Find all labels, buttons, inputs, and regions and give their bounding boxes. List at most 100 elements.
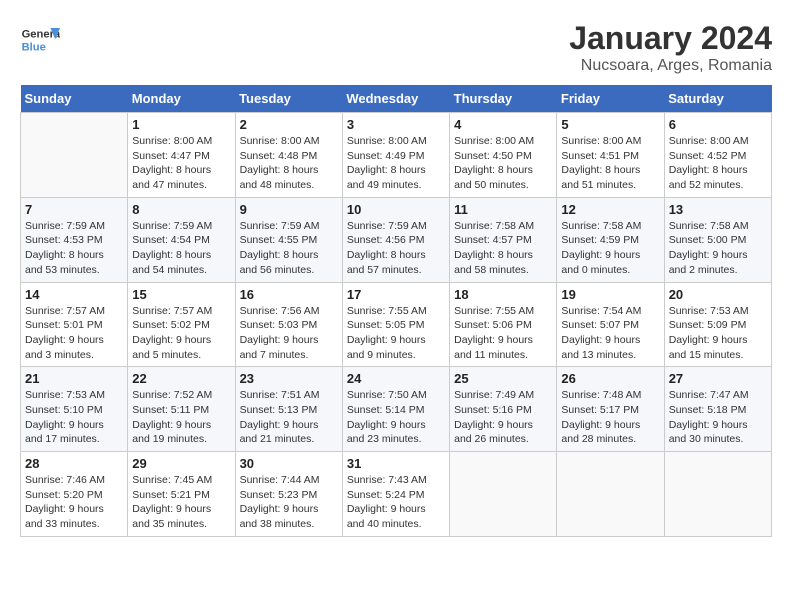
- calendar-cell: 17Sunrise: 7:55 AMSunset: 5:05 PMDayligh…: [342, 282, 449, 367]
- weekday-wednesday: Wednesday: [342, 85, 449, 113]
- calendar-cell: 6Sunrise: 8:00 AMSunset: 4:52 PMDaylight…: [664, 113, 771, 198]
- day-number: 27: [669, 371, 767, 386]
- day-number: 22: [132, 371, 230, 386]
- calendar-cell: [21, 113, 128, 198]
- calendar-cell: 3 Sunrise: 8:00 AMSunset: 4:49 PMDaylight…: [342, 113, 449, 198]
- day-info: Sunrise: 7:58 AMSunset: 4:57 PMDaylight:…: [454, 219, 552, 278]
- calendar-cell: 16 Sunrise: 7:56 AMSunset: 5:03 PMDayligh…: [235, 282, 342, 367]
- day-info: Sunrise: 7:46 AMSunset: 5:20 PMDaylight:…: [25, 473, 123, 532]
- calendar-cell: 8 Sunrise: 7:59 AMSunset: 4:54 PMDaylight…: [128, 197, 235, 282]
- calendar-week-3: 14Sunrise: 7:57 AMSunset: 5:01 PMDayligh…: [21, 282, 772, 367]
- day-info: Sunrise: 7:43 AMSunset: 5:24 PMDaylight:…: [347, 473, 445, 532]
- day-info: Sunrise: 7:58 AMSunset: 5:00 PMDaylight:…: [669, 219, 767, 278]
- day-number: 3: [347, 117, 445, 132]
- day-number: 13: [669, 202, 767, 217]
- calendar-cell: 22 Sunrise: 7:52 AMSunset: 5:11 PMDayligh…: [128, 367, 235, 452]
- weekday-monday: Monday: [128, 85, 235, 113]
- day-number: 4: [454, 117, 552, 132]
- weekday-friday: Friday: [557, 85, 664, 113]
- calendar-body: 1Sunrise: 8:00 AMSunset: 4:47 PMDaylight…: [21, 113, 772, 537]
- calendar-cell: 10 Sunrise: 7:59 AMSunset: 4:56 PMDayligh…: [342, 197, 449, 282]
- day-number: 12: [561, 202, 659, 217]
- calendar-cell: 9 Sunrise: 7:59 AMSunset: 4:55 PMDaylight…: [235, 197, 342, 282]
- day-number: 30: [240, 456, 338, 471]
- calendar-cell: [664, 452, 771, 537]
- day-info: Sunrise: 7:54 AMSunset: 5:07 PMDaylight:…: [561, 304, 659, 363]
- day-info: Sunrise: 8:00 AMSunset: 4:51 PMDaylight:…: [561, 134, 659, 193]
- calendar-cell: [557, 452, 664, 537]
- day-info: Sunrise: 7:55 AMSunset: 5:05 PMDaylight:…: [347, 304, 445, 363]
- calendar-cell: 21Sunrise: 7:53 AMSunset: 5:10 PMDayligh…: [21, 367, 128, 452]
- day-info: Sunrise: 7:44 AMSunset: 5:23 PMDaylight:…: [240, 473, 338, 532]
- logo-icon: General Blue: [20, 20, 60, 60]
- calendar-cell: 27Sunrise: 7:47 AMSunset: 5:18 PMDayligh…: [664, 367, 771, 452]
- day-info: Sunrise: 7:48 AMSunset: 5:17 PMDaylight:…: [561, 388, 659, 447]
- page-subtitle: Nucsoara, Arges, Romania: [569, 57, 772, 75]
- calendar-cell: 19 Sunrise: 7:54 AMSunset: 5:07 PMDayligh…: [557, 282, 664, 367]
- day-number: 29: [132, 456, 230, 471]
- calendar-cell: 7Sunrise: 7:59 AMSunset: 4:53 PMDaylight…: [21, 197, 128, 282]
- day-number: 23: [240, 371, 338, 386]
- calendar-cell: 28 Sunrise: 7:46 AMSunset: 5:20 PMDayligh…: [21, 452, 128, 537]
- day-info: Sunrise: 7:59 AMSunset: 4:54 PMDaylight:…: [132, 219, 230, 278]
- day-number: 18: [454, 287, 552, 302]
- day-info: Sunrise: 7:59 AMSunset: 4:55 PMDaylight:…: [240, 219, 338, 278]
- day-info: Sunrise: 7:55 AMSunset: 5:06 PMDaylight:…: [454, 304, 552, 363]
- calendar-cell: 15 Sunrise: 7:57 AMSunset: 5:02 PMDayligh…: [128, 282, 235, 367]
- day-number: 20: [669, 287, 767, 302]
- calendar-cell: 25 Sunrise: 7:49 AMSunset: 5:16 PMDayligh…: [450, 367, 557, 452]
- calendar-week-1: 1Sunrise: 8:00 AMSunset: 4:47 PMDaylight…: [21, 113, 772, 198]
- day-info: Sunrise: 7:57 AMSunset: 5:02 PMDaylight:…: [132, 304, 230, 363]
- calendar-cell: 20 Sunrise: 7:53 AMSunset: 5:09 PMDayligh…: [664, 282, 771, 367]
- day-info: Sunrise: 7:58 AMSunset: 4:59 PMDaylight:…: [561, 219, 659, 278]
- day-info: Sunrise: 8:00 AMSunset: 4:49 PMDaylight:…: [347, 134, 445, 193]
- day-info: Sunrise: 7:57 AMSunset: 5:01 PMDaylight:…: [25, 304, 123, 363]
- day-number: 25: [454, 371, 552, 386]
- calendar-table: SundayMondayTuesdayWednesdayThursdayFrid…: [20, 85, 772, 537]
- title-block: January 2024 Nucsoara, Arges, Romania: [569, 20, 772, 75]
- day-info: Sunrise: 8:00 AMSunset: 4:47 PMDaylight:…: [132, 134, 230, 193]
- day-info: Sunrise: 7:56 AMSunset: 5:03 PMDaylight:…: [240, 304, 338, 363]
- calendar-cell: 23 Sunrise: 7:51 AMSunset: 5:13 PMDayligh…: [235, 367, 342, 452]
- day-info: Sunrise: 8:00 AMSunset: 4:50 PMDaylight:…: [454, 134, 552, 193]
- day-number: 7: [25, 202, 123, 217]
- calendar-cell: 2 Sunrise: 8:00 AMSunset: 4:48 PMDaylight…: [235, 113, 342, 198]
- logo: General Blue: [20, 20, 60, 60]
- calendar-week-2: 7Sunrise: 7:59 AMSunset: 4:53 PMDaylight…: [21, 197, 772, 282]
- day-info: Sunrise: 7:52 AMSunset: 5:11 PMDaylight:…: [132, 388, 230, 447]
- calendar-cell: 29 Sunrise: 7:45 AMSunset: 5:21 PMDayligh…: [128, 452, 235, 537]
- page-title: January 2024: [569, 20, 772, 57]
- day-number: 2: [240, 117, 338, 132]
- calendar-cell: 4 Sunrise: 8:00 AMSunset: 4:50 PMDaylight…: [450, 113, 557, 198]
- day-number: 21: [25, 371, 123, 386]
- calendar-cell: 24Sunrise: 7:50 AMSunset: 5:14 PMDayligh…: [342, 367, 449, 452]
- page-header: General Blue January 2024 Nucsoara, Arge…: [20, 20, 772, 75]
- day-number: 16: [240, 287, 338, 302]
- day-info: Sunrise: 7:49 AMSunset: 5:16 PMDaylight:…: [454, 388, 552, 447]
- day-number: 26: [561, 371, 659, 386]
- weekday-thursday: Thursday: [450, 85, 557, 113]
- calendar-cell: 31Sunrise: 7:43 AMSunset: 5:24 PMDayligh…: [342, 452, 449, 537]
- day-info: Sunrise: 7:45 AMSunset: 5:21 PMDaylight:…: [132, 473, 230, 532]
- day-info: Sunrise: 7:53 AMSunset: 5:09 PMDaylight:…: [669, 304, 767, 363]
- day-number: 28: [25, 456, 123, 471]
- calendar-cell: 26 Sunrise: 7:48 AMSunset: 5:17 PMDayligh…: [557, 367, 664, 452]
- weekday-tuesday: Tuesday: [235, 85, 342, 113]
- day-number: 9: [240, 202, 338, 217]
- calendar-cell: 14Sunrise: 7:57 AMSunset: 5:01 PMDayligh…: [21, 282, 128, 367]
- day-number: 6: [669, 117, 767, 132]
- day-number: 8: [132, 202, 230, 217]
- calendar-cell: 11Sunrise: 7:58 AMSunset: 4:57 PMDayligh…: [450, 197, 557, 282]
- day-number: 24: [347, 371, 445, 386]
- day-number: 19: [561, 287, 659, 302]
- calendar-cell: [450, 452, 557, 537]
- calendar-cell: 13 Sunrise: 7:58 AMSunset: 5:00 PMDayligh…: [664, 197, 771, 282]
- day-number: 15: [132, 287, 230, 302]
- day-info: Sunrise: 7:51 AMSunset: 5:13 PMDaylight:…: [240, 388, 338, 447]
- day-number: 10: [347, 202, 445, 217]
- day-number: 5: [561, 117, 659, 132]
- weekday-saturday: Saturday: [664, 85, 771, 113]
- day-info: Sunrise: 8:00 AMSunset: 4:48 PMDaylight:…: [240, 134, 338, 193]
- calendar-cell: 5 Sunrise: 8:00 AMSunset: 4:51 PMDaylight…: [557, 113, 664, 198]
- day-info: Sunrise: 7:59 AMSunset: 4:56 PMDaylight:…: [347, 219, 445, 278]
